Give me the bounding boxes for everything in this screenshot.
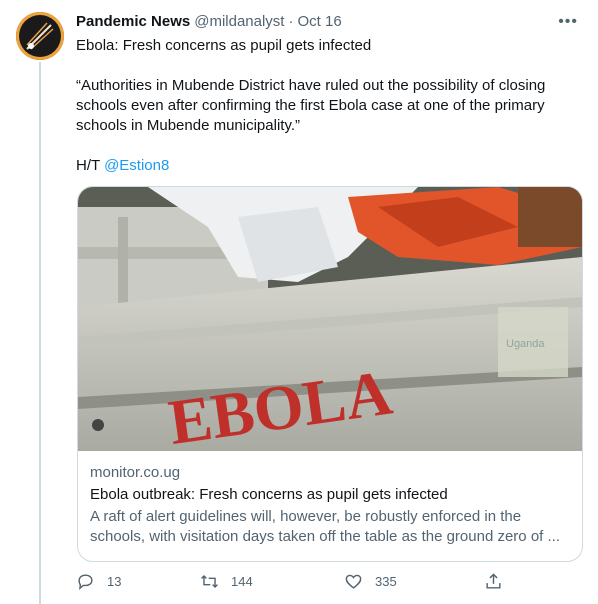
retweet-button[interactable]: 144 <box>200 572 253 591</box>
like-button[interactable]: 335 <box>344 572 397 591</box>
quote-line: schools in Mubende municipality.” <box>76 117 300 134</box>
author-handle[interactable]: @mildanalyst <box>194 12 284 32</box>
author-name[interactable]: Pandemic News <box>76 12 190 32</box>
card-description: A raft of alert guidelines will, however… <box>90 507 570 547</box>
reply-icon <box>78 574 93 590</box>
reply-button[interactable]: 13 <box>76 572 121 591</box>
timestamp[interactable]: Oct 16 <box>297 12 341 32</box>
quote-line: schools even after confirming the first … <box>76 97 545 114</box>
tweet-body: Pandemic News @mildanalyst · Oct 16 ••• … <box>76 12 584 176</box>
tweet-text: Ebola: Fresh concerns as pupil gets infe… <box>76 36 584 176</box>
card-meta: monitor.co.ug Ebola outbreak: Fresh conc… <box>78 451 582 547</box>
reply-count: 13 <box>107 574 122 589</box>
link-card[interactable]: EBOLA Uganda monitor.co.ug Ebola outbrea… <box>77 186 583 562</box>
retweet-icon <box>201 574 218 589</box>
hat-tip-prefix: H/T <box>76 157 105 174</box>
separator-dot: · <box>288 13 294 30</box>
comet-logo-icon <box>26 22 54 50</box>
more-dots-icon[interactable]: ••• <box>558 12 578 32</box>
hat-tip: H/T @Estion8 <box>76 156 584 176</box>
retweet-count: 144 <box>231 574 253 589</box>
tweet-line: Ebola: Fresh concerns as pupil gets infe… <box>76 37 372 54</box>
quote-line: “Authorities in Mubende District have ru… <box>76 77 546 94</box>
like-count: 335 <box>375 574 397 589</box>
mention-link[interactable]: @Estion8 <box>104 157 169 174</box>
avatar[interactable] <box>16 12 64 60</box>
card-title: Ebola outbreak: Fresh concerns as pupil … <box>90 486 448 503</box>
share-icon <box>486 573 501 589</box>
card-image-side-text: Uganda <box>506 338 545 350</box>
share-button[interactable] <box>484 572 515 591</box>
card-desc-line: schools, with visitation days taken off … <box>90 528 560 545</box>
thread-line <box>39 62 41 604</box>
tweet-actions: 13 144 335 <box>76 572 506 596</box>
tweet-header: Pandemic News @mildanalyst · Oct 16 ••• <box>76 12 584 32</box>
card-desc-line: A raft of alert guidelines will, however… <box>90 508 522 525</box>
card-domain: monitor.co.ug <box>90 464 181 481</box>
card-image[interactable]: EBOLA Uganda <box>78 187 582 451</box>
heart-icon <box>345 574 362 589</box>
